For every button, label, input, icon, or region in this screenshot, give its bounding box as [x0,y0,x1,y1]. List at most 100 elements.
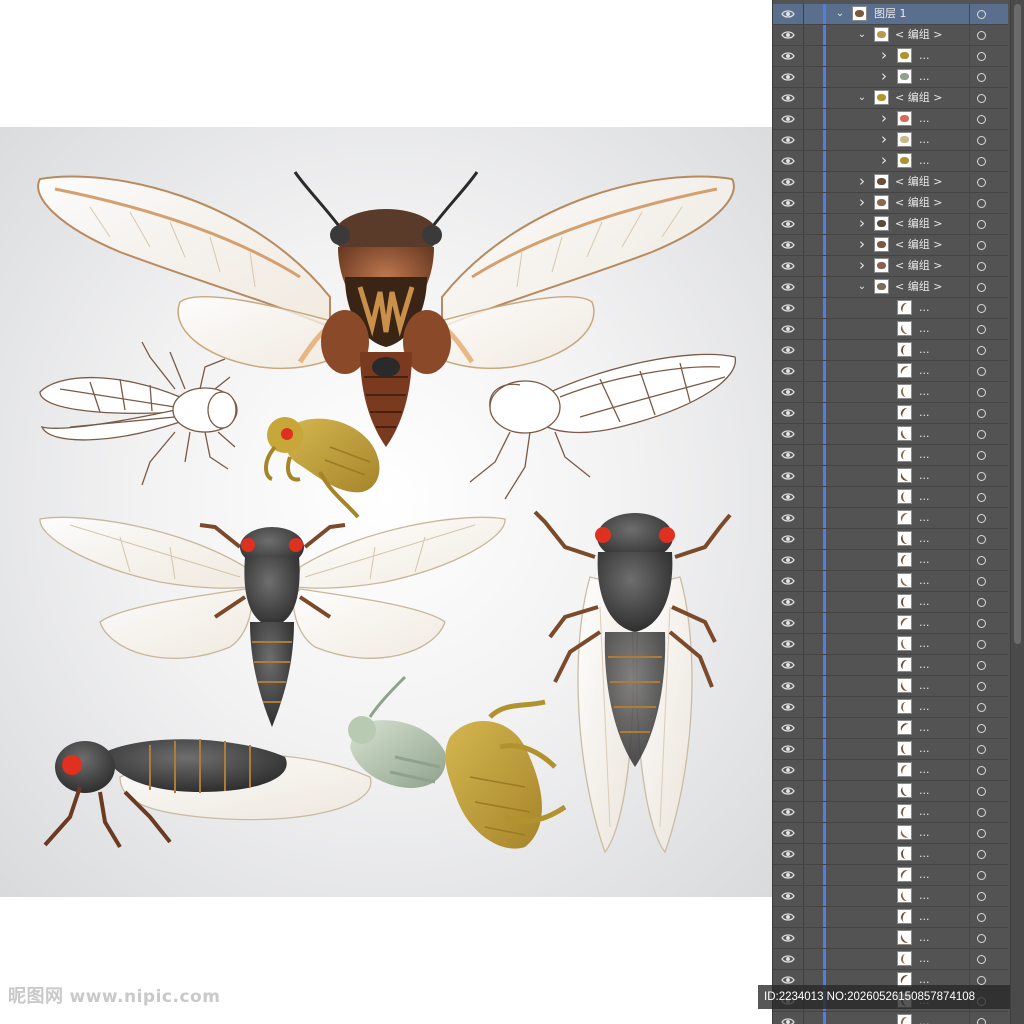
layer-name[interactable]: ... [919,406,930,420]
layer-name[interactable]: ... [919,679,930,693]
layers-scroll-thumb[interactable] [1014,4,1021,644]
visibility-eye-icon[interactable] [781,806,795,818]
layer-row[interactable]: ... [773,928,1008,949]
layer-name[interactable]: ... [919,616,930,630]
layer-name[interactable]: < 编组 > [895,280,942,294]
target-circle-icon[interactable] [977,871,986,880]
target-circle-icon[interactable] [977,262,986,271]
target-circle-icon[interactable] [977,661,986,670]
layer-row[interactable]: ... [773,697,1008,718]
layer-name[interactable]: ... [919,532,930,546]
visibility-eye-icon[interactable] [781,134,795,146]
layer-name[interactable]: ... [919,427,930,441]
target-circle-icon[interactable] [977,136,986,145]
visibility-eye-icon[interactable] [781,449,795,461]
target-circle-icon[interactable] [977,808,986,817]
layer-name[interactable]: ... [919,322,930,336]
visibility-eye-icon[interactable] [781,512,795,524]
visibility-eye-icon[interactable] [781,953,795,965]
layer-row[interactable]: › < 编组 > [773,214,1008,235]
layer-row[interactable]: ... [773,1012,1008,1024]
layer-row[interactable]: ... [773,298,1008,319]
layer-row[interactable]: ⌄ < 编组 > [773,277,1008,298]
visibility-eye-icon[interactable] [781,428,795,440]
target-circle-icon[interactable] [977,829,986,838]
layer-row[interactable]: ... [773,382,1008,403]
visibility-eye-icon[interactable] [781,890,795,902]
layer-row[interactable]: ... [773,403,1008,424]
layer-row[interactable]: ›... [773,151,1008,172]
target-circle-icon[interactable] [977,703,986,712]
visibility-eye-icon[interactable] [781,302,795,314]
layer-name[interactable]: ... [919,469,930,483]
target-circle-icon[interactable] [977,745,986,754]
layer-row[interactable]: ... [773,550,1008,571]
visibility-eye-icon[interactable] [781,365,795,377]
layer-name[interactable]: ... [919,826,930,840]
target-circle-icon[interactable] [977,493,986,502]
layer-row[interactable]: ... [773,634,1008,655]
layer-row[interactable]: ›... [773,130,1008,151]
layer-name[interactable]: ... [919,448,930,462]
layer-name[interactable]: ... [919,343,930,357]
layer-name[interactable]: ... [919,952,930,966]
layer-row[interactable]: ... [773,592,1008,613]
visibility-eye-icon[interactable] [781,407,795,419]
layer-name[interactable]: ... [919,154,930,168]
chevron-right-icon[interactable]: › [857,258,867,273]
visibility-eye-icon[interactable] [781,869,795,881]
layer-row[interactable]: ... [773,865,1008,886]
visibility-eye-icon[interactable] [781,533,795,545]
chevron-right-icon[interactable]: › [857,195,867,210]
layer-name[interactable]: ... [919,763,930,777]
visibility-eye-icon[interactable] [781,260,795,272]
layer-row[interactable]: ... [773,907,1008,928]
layer-row[interactable]: ›... [773,46,1008,67]
visibility-eye-icon[interactable] [781,281,795,293]
target-circle-icon[interactable] [977,94,986,103]
visibility-eye-icon[interactable] [781,50,795,62]
layer-name[interactable]: ... [919,574,930,588]
target-circle-icon[interactable] [977,52,986,61]
visibility-eye-icon[interactable] [781,155,795,167]
layer-row[interactable]: ... [773,529,1008,550]
layer-name[interactable]: ... [919,805,930,819]
layer-row[interactable]: ... [773,571,1008,592]
layer-row[interactable]: ⌄ < 编组 > [773,25,1008,46]
layer-row[interactable]: ... [773,613,1008,634]
layers-scrollbar[interactable] [1010,0,1024,1024]
target-circle-icon[interactable] [977,115,986,124]
chevron-down-icon[interactable]: ⌄ [857,28,867,42]
visibility-eye-icon[interactable] [781,911,795,923]
visibility-eye-icon[interactable] [781,92,795,104]
target-circle-icon[interactable] [977,514,986,523]
target-circle-icon[interactable] [977,367,986,376]
layer-row[interactable]: › < 编组 > [773,256,1008,277]
chevron-right-icon[interactable]: › [879,48,889,63]
layer-row[interactable]: › < 编组 > [773,193,1008,214]
layer-name[interactable]: ... [919,700,930,714]
target-circle-icon[interactable] [977,682,986,691]
visibility-eye-icon[interactable] [781,344,795,356]
target-circle-icon[interactable] [977,199,986,208]
target-circle-icon[interactable] [977,577,986,586]
target-circle-icon[interactable] [977,283,986,292]
visibility-eye-icon[interactable] [781,596,795,608]
visibility-eye-icon[interactable] [781,659,795,671]
visibility-eye-icon[interactable] [781,785,795,797]
visibility-eye-icon[interactable] [781,323,795,335]
layer-name[interactable]: ... [919,511,930,525]
layer-name[interactable]: ... [919,910,930,924]
layer-row[interactable]: ... [773,823,1008,844]
target-circle-icon[interactable] [977,178,986,187]
layer-name[interactable]: ... [919,658,930,672]
target-circle-icon[interactable] [977,955,986,964]
layer-name[interactable]: < 编组 > [895,259,942,273]
layer-row[interactable]: ... [773,508,1008,529]
visibility-eye-icon[interactable] [781,29,795,41]
visibility-eye-icon[interactable] [781,848,795,860]
visibility-eye-icon[interactable] [781,8,795,20]
layer-name[interactable]: ... [919,868,930,882]
layer-name[interactable]: < 编组 > [895,175,942,189]
chevron-right-icon[interactable]: › [879,153,889,168]
